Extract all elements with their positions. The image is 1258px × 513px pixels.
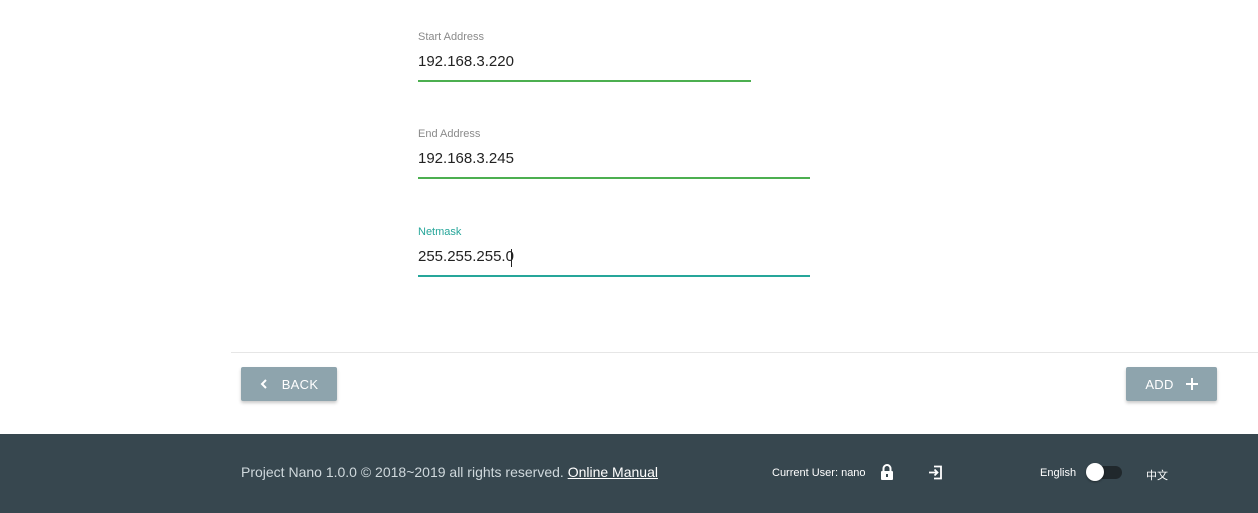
netmask-label: Netmask (418, 226, 462, 238)
language-toggle[interactable] (1086, 463, 1122, 481)
end-address-field: End Address (418, 127, 810, 179)
text-caret (511, 249, 512, 267)
end-address-input[interactable] (418, 148, 810, 168)
add-button-label: ADD (1145, 376, 1174, 392)
lock-icon[interactable] (880, 463, 894, 481)
form-divider (231, 352, 1258, 353)
add-button[interactable]: ADD (1126, 367, 1217, 401)
start-address-field: Start Address (418, 30, 751, 82)
start-address-input[interactable] (418, 51, 751, 71)
back-button[interactable]: BACK (241, 367, 337, 401)
online-manual-link[interactable]: Online Manual (568, 464, 658, 480)
start-address-underline (418, 80, 751, 82)
end-address-underline (418, 177, 810, 179)
netmask-input[interactable] (418, 246, 810, 266)
back-button-label: BACK (281, 376, 319, 392)
plus-icon (1185, 374, 1198, 395)
current-user-label: Current User: nano (772, 467, 866, 479)
page: Start Address End Address Netmask BACK A… (0, 0, 1258, 513)
start-address-label: Start Address (418, 31, 485, 43)
copyright-label: Project Nano 1.0.0 © 2018~2019 all right… (241, 464, 564, 480)
netmask-field: Netmask (418, 225, 810, 277)
chevron-left-icon (260, 376, 268, 392)
end-address-label: End Address (418, 128, 481, 140)
footer: Project Nano 1.0.0 © 2018~2019 all right… (0, 434, 1258, 513)
netmask-underline (418, 275, 810, 277)
logout-icon[interactable] (928, 465, 943, 480)
language-toggle-knob (1086, 463, 1104, 481)
language-chinese-label: 中文 (1146, 470, 1168, 482)
language-english-label: English (1040, 467, 1077, 479)
copyright-text: Project Nano 1.0.0 © 2018~2019 all right… (241, 464, 658, 480)
